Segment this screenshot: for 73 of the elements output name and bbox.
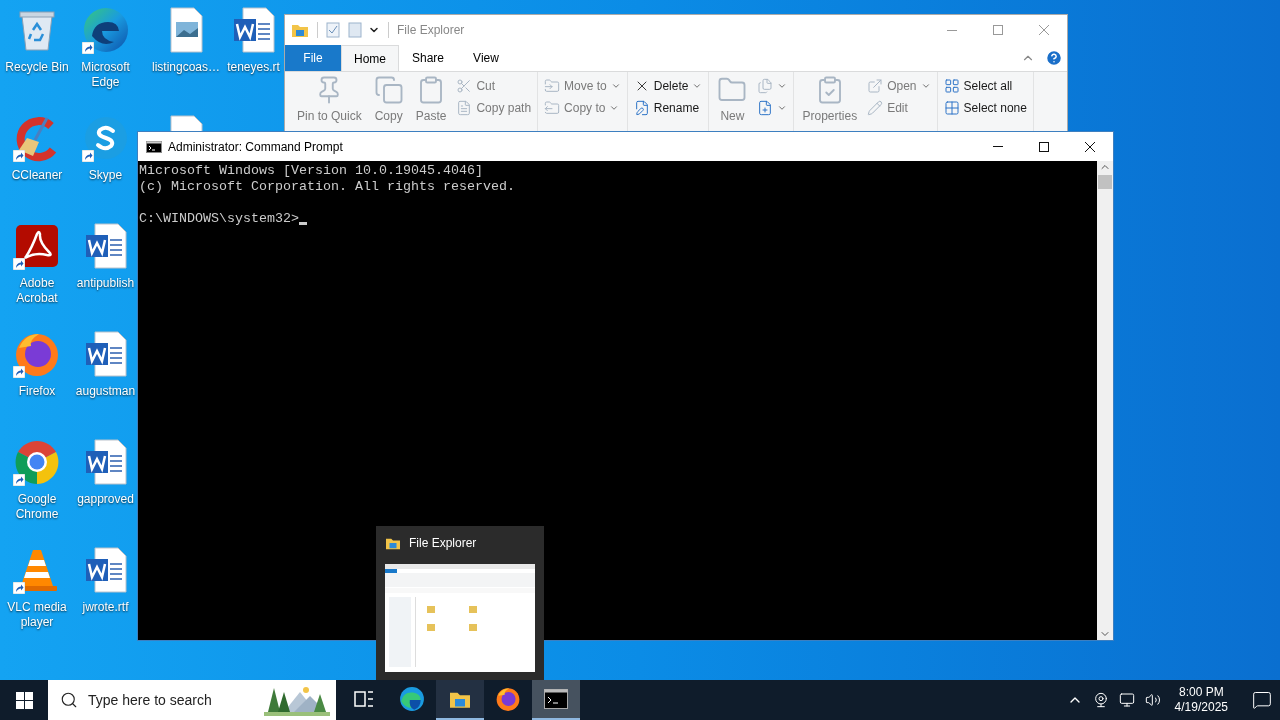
document-icon	[456, 100, 473, 116]
network-icon[interactable]	[1118, 692, 1135, 708]
grid-icon	[943, 78, 960, 94]
ribbon-button[interactable]: Rename	[631, 97, 705, 119]
minimize-icon	[947, 29, 957, 31]
grid-icon	[943, 100, 960, 116]
ribbon-button[interactable]: Delete	[631, 75, 705, 97]
close-icon	[1039, 25, 1049, 35]
maximize-icon	[1039, 141, 1049, 152]
open-icon	[867, 78, 884, 94]
ribbon-button[interactable]: Select all	[941, 75, 1029, 97]
circle-logo-icon	[13, 438, 61, 486]
ribbon-button[interactable]: Select none	[941, 97, 1029, 119]
taskbar-button[interactable]	[532, 680, 580, 720]
desktop-icon-label[interactable]: Adobe Acrobat	[0, 276, 74, 306]
volume-icon[interactable]	[1144, 692, 1161, 708]
search-icon	[60, 691, 78, 709]
scrollbar[interactable]	[1097, 161, 1113, 640]
search-field[interactable]: Type here to search	[48, 680, 336, 720]
help-icon[interactable]	[1045, 49, 1063, 67]
pencil-document-icon	[633, 100, 650, 116]
desktop-icon-label[interactable]: teneyes.rt	[227, 60, 280, 75]
desktop-icon-label[interactable]: gapproved	[77, 492, 134, 507]
browser-logo-icon	[495, 686, 521, 712]
document-logo-icon	[13, 222, 61, 270]
ribbon-tab[interactable]: Share	[399, 45, 457, 71]
text-cursor	[298, 222, 307, 225]
desktop-icon-label[interactable]: Microsoft Edge	[74, 60, 137, 90]
pencil-icon	[867, 100, 884, 116]
clock[interactable]: 8:00 PM 4/19/2025	[1170, 685, 1232, 715]
desktop-icon-label[interactable]: jwrote.rtf	[82, 600, 129, 615]
terminal-icon	[146, 140, 162, 153]
notifications-icon[interactable]	[1252, 690, 1272, 710]
desktop-icon-label[interactable]: Google Chrome	[0, 492, 74, 522]
ribbon-tab[interactable]: View	[457, 45, 515, 71]
desktop-icon-label[interactable]: Skype	[88, 168, 123, 183]
desktop-icon-label[interactable]: CCleaner	[11, 168, 63, 183]
console-line: (c) Microsoft Corporation. All rights reserved.	[139, 179, 516, 195]
scrollbar-thumb[interactable]	[1098, 175, 1112, 189]
maximize-icon	[993, 25, 1003, 35]
desktop-icon-label[interactable]: augustman	[75, 384, 136, 399]
preview-title: File Explorer	[409, 535, 477, 552]
window-title: Administrator: Command Prompt	[168, 138, 343, 156]
camera-icon[interactable]	[1092, 692, 1109, 708]
terminal-icon	[544, 689, 568, 709]
console-prompt: C:\WINDOWS\system32>	[139, 211, 299, 227]
desktop-icon-label[interactable]: antipublish	[76, 276, 135, 291]
windows-logo-icon	[15, 691, 33, 709]
documents-icon	[757, 78, 774, 94]
copy-icon	[373, 75, 404, 105]
window-preview-popup[interactable]: File Explorer	[376, 526, 544, 680]
console-line: Microsoft Windows [Version 10.0.19045.4046]	[139, 163, 484, 179]
desktop-icon-label[interactable]: Firefox	[18, 384, 56, 399]
task-view-icon	[354, 690, 374, 708]
minimize-icon	[993, 146, 1003, 147]
desktop-icon-label[interactable]: Recycle Bin	[5, 60, 69, 75]
checkmark-document-icon	[326, 22, 340, 38]
file-menu-tab[interactable]: File	[285, 45, 341, 71]
folder-arrow-icon	[544, 100, 561, 116]
taskbar-button[interactable]	[436, 680, 484, 720]
blank-document-icon	[348, 22, 362, 38]
folder-icon	[385, 536, 401, 550]
ribbon-tab[interactable]: Home	[341, 45, 399, 71]
desktop-icon-label[interactable]: VLC media player	[0, 600, 74, 630]
close-icon	[1085, 141, 1095, 152]
desktop-icon-label[interactable]: listingcoas…	[152, 60, 220, 75]
scissors-icon	[456, 78, 473, 94]
folder-arrow-icon	[544, 78, 561, 94]
swirl-logo-icon	[399, 686, 425, 712]
add-document-icon	[757, 100, 774, 116]
window-title: File Explorer	[397, 22, 465, 39]
swirl-logo-icon	[81, 6, 130, 54]
folder-icon	[291, 22, 309, 38]
